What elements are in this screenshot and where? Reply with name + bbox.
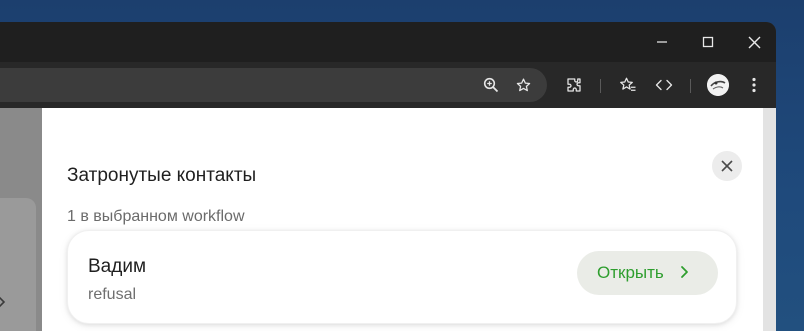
profile-avatar[interactable] bbox=[707, 74, 729, 96]
browser-window: Затронутые контакты 1 в выбранном workfl… bbox=[0, 22, 776, 331]
reading-list-button[interactable] bbox=[614, 71, 642, 99]
close-icon bbox=[721, 160, 733, 172]
devtools-button[interactable] bbox=[650, 71, 678, 99]
bookmark-star-icon bbox=[516, 77, 530, 91]
close-icon bbox=[748, 36, 760, 48]
zoom-button[interactable] bbox=[477, 71, 505, 99]
toolbar-separator bbox=[690, 79, 691, 93]
browser-toolbar bbox=[0, 62, 776, 108]
maximize-button[interactable] bbox=[696, 30, 720, 54]
close-window-button[interactable] bbox=[742, 30, 766, 54]
affected-contacts-panel: Затронутые контакты 1 в выбранном workfl… bbox=[42, 108, 763, 331]
minimize-icon bbox=[657, 41, 667, 43]
chevron-right-icon bbox=[681, 266, 688, 278]
zoom-icon bbox=[483, 77, 499, 93]
more-menu-icon bbox=[752, 77, 756, 93]
bookmark-button[interactable] bbox=[509, 71, 537, 99]
avatar-icon bbox=[707, 74, 729, 96]
maximize-icon bbox=[702, 36, 714, 48]
address-bar[interactable] bbox=[0, 68, 547, 102]
title-bar bbox=[0, 22, 776, 62]
background-card bbox=[0, 198, 36, 331]
contacts-count: 1 в выбранном workflow bbox=[67, 208, 245, 225]
minimize-button[interactable] bbox=[650, 30, 674, 54]
reading-list-icon bbox=[620, 77, 636, 91]
contact-name: Вадим bbox=[88, 256, 147, 277]
extensions-button[interactable] bbox=[560, 71, 588, 99]
scrollbar-track[interactable] bbox=[763, 108, 776, 331]
contact-card: Вадим refusal Открыть bbox=[67, 230, 737, 324]
page-background-dimmed bbox=[0, 108, 42, 331]
open-contact-button[interactable]: Открыть bbox=[577, 251, 718, 295]
extensions-icon bbox=[567, 78, 581, 92]
devtools-icon bbox=[655, 79, 673, 91]
contact-status: refusal bbox=[88, 286, 137, 303]
more-menu-button[interactable] bbox=[740, 71, 768, 99]
panel-close-button[interactable] bbox=[712, 151, 742, 181]
open-button-label: Открыть bbox=[597, 263, 664, 282]
chevron-right-icon bbox=[0, 296, 6, 308]
toolbar-separator bbox=[600, 79, 601, 93]
panel-title: Затронутые контакты bbox=[67, 165, 257, 186]
